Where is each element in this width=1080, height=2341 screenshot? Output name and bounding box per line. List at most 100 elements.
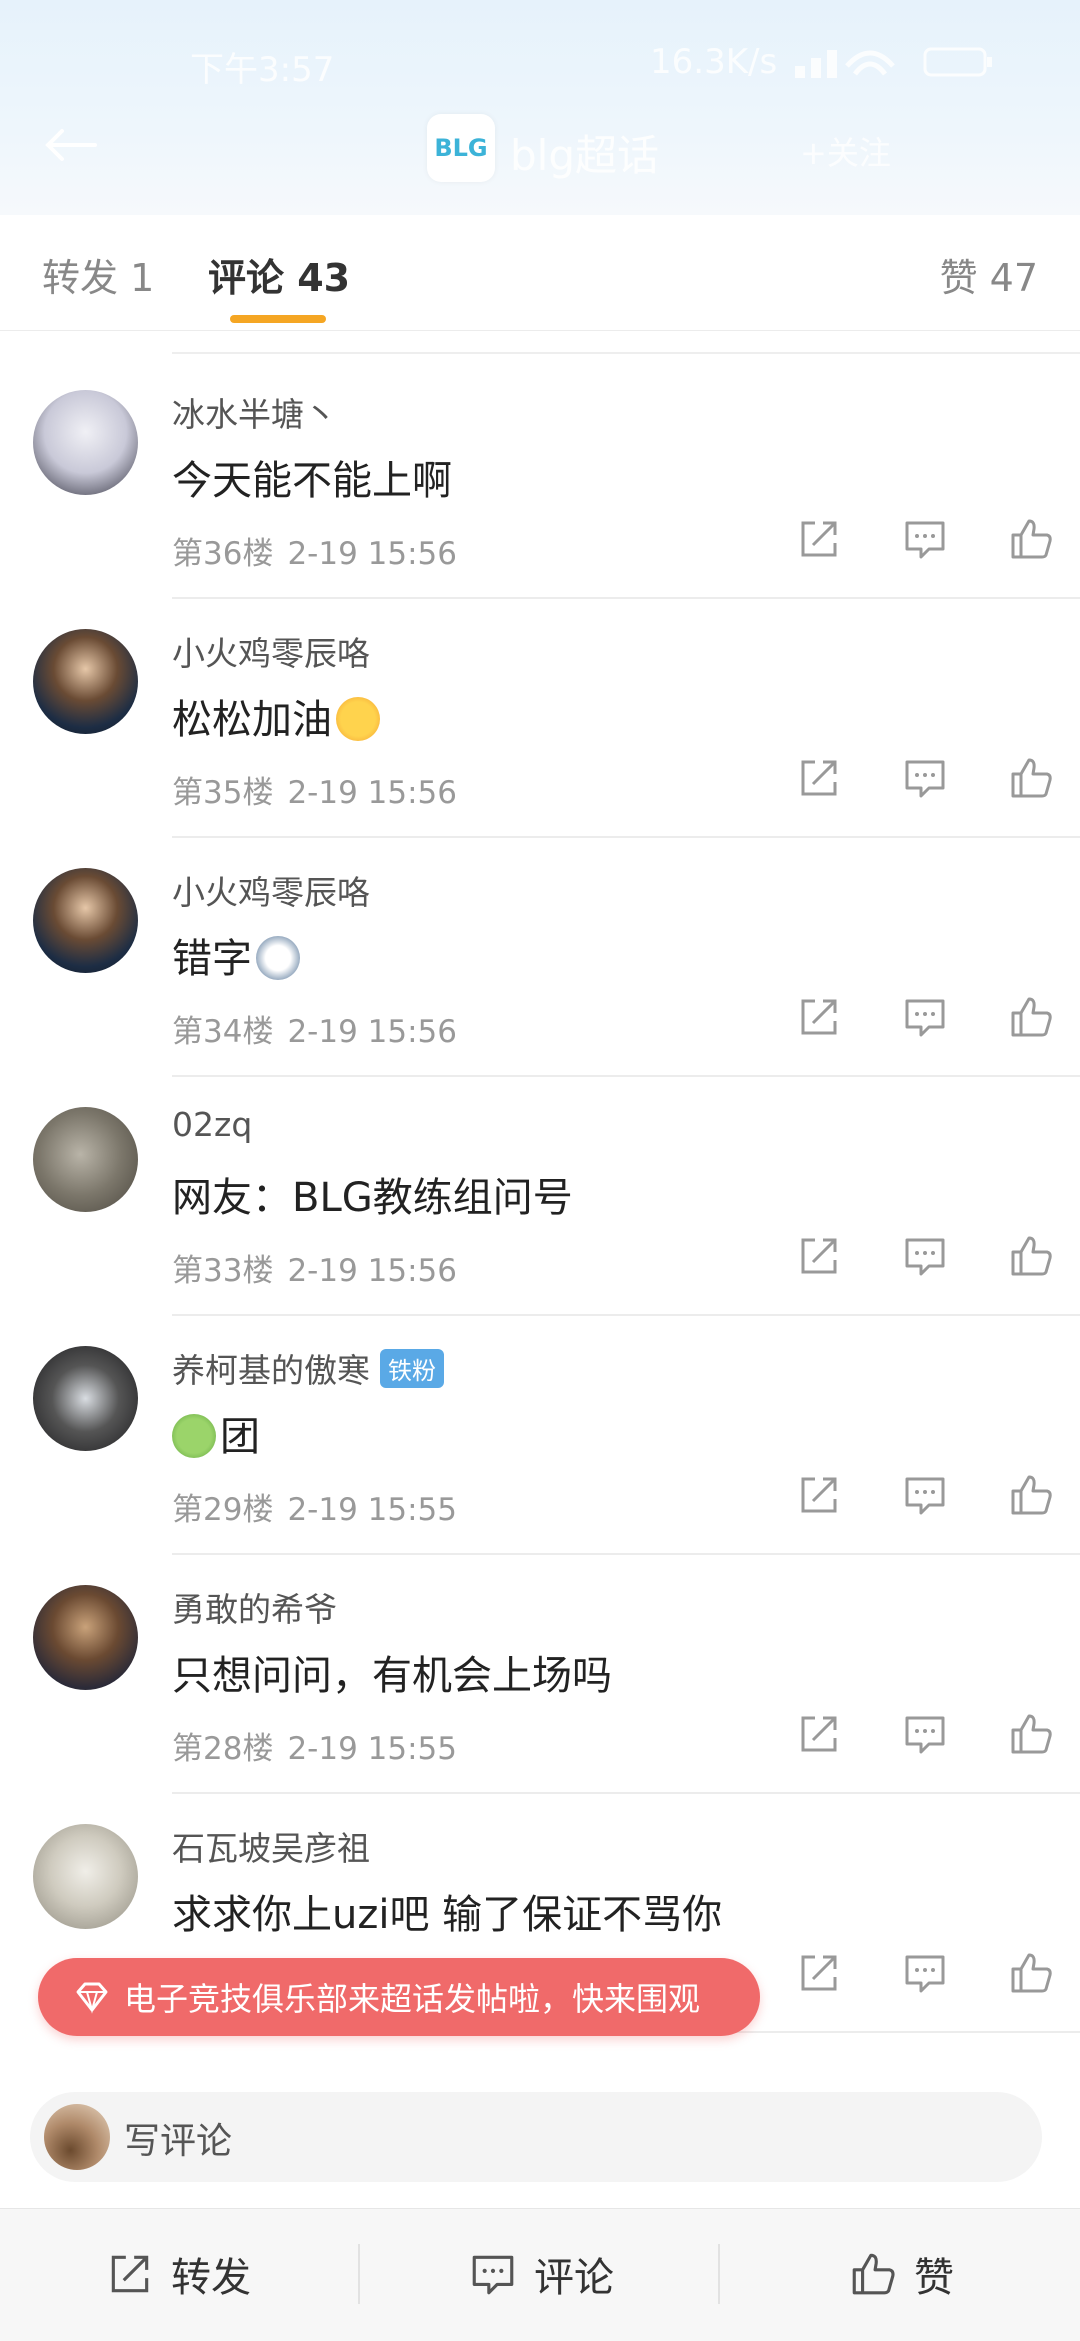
- avatar[interactable]: [33, 868, 138, 973]
- share-icon[interactable]: [795, 1471, 843, 1519]
- comment-tabs: 转发 1 评论 43 赞 47: [0, 215, 1080, 331]
- user-avatar: [44, 2104, 110, 2170]
- comment-meta: 第36楼 2-19 15:56: [172, 528, 471, 573]
- comment-text-row: 错字: [172, 926, 300, 984]
- page-title: blg超话: [510, 131, 659, 180]
- comment-username[interactable]: 养柯基的傲寒: [172, 1351, 370, 1390]
- comment-floor: 第35楼: [172, 775, 274, 811]
- comment-text: 松松加油: [172, 697, 332, 743]
- comment-input-placeholder: 写评论: [124, 2121, 233, 2162]
- avatar[interactable]: [33, 1346, 138, 1451]
- share-icon[interactable]: [795, 1949, 843, 1997]
- reply-icon[interactable]: [901, 754, 949, 802]
- comment-meta: 第33楼 2-19 15:56: [172, 1245, 471, 1290]
- share-icon[interactable]: [795, 754, 843, 802]
- share-icon[interactable]: [795, 993, 843, 1041]
- repost-button[interactable]: 转发: [105, 2245, 251, 2303]
- repost-label: 转发: [171, 2255, 251, 2301]
- promo-banner[interactable]: 电子竞技俱乐部来超话发帖啦，快来围观: [38, 1958, 760, 2036]
- reply-icon[interactable]: [901, 515, 949, 563]
- back-arrow-icon[interactable]: [40, 125, 100, 165]
- tab-like[interactable]: 赞 47: [940, 247, 1038, 302]
- comment-list: 冰水半塘丶 今天能不能上啊 第36楼 2-19 15:56 小火鸡零辰咯 松松加油…: [0, 360, 1080, 2033]
- like-icon[interactable]: [1007, 1949, 1055, 1997]
- avatar[interactable]: [33, 629, 138, 734]
- avatar[interactable]: [33, 1824, 138, 1929]
- comment-actions: [795, 754, 1055, 802]
- reply-icon[interactable]: [901, 1471, 949, 1519]
- comment-time: 2-19 15:56: [287, 1014, 457, 1050]
- comment-text: 网友：BLG教练组问号: [172, 1175, 573, 1221]
- comment-actions: [795, 515, 1055, 563]
- avatar[interactable]: [33, 1107, 138, 1212]
- comment-label: 评论: [534, 2255, 614, 2301]
- reply-icon[interactable]: [901, 1710, 949, 1758]
- like-icon[interactable]: [1007, 1710, 1055, 1758]
- comment-meta: 第35楼 2-19 15:56: [172, 767, 471, 812]
- comment-text: 只想问问，有机会上场吗: [172, 1653, 612, 1699]
- divider: [718, 2244, 720, 2304]
- like-label: 赞: [914, 2255, 954, 2301]
- comment-button[interactable]: 评论: [468, 2245, 614, 2303]
- like-icon[interactable]: [1007, 1471, 1055, 1519]
- comment-item: 小火鸡零辰咯 错字 第34楼 2-19 15:56: [0, 838, 1080, 1077]
- like-button[interactable]: 赞: [848, 2245, 954, 2303]
- like-icon[interactable]: [1007, 993, 1055, 1041]
- network-speed: 16.3K/s: [650, 42, 778, 82]
- reply-icon[interactable]: [901, 1949, 949, 1997]
- comment-time: 2-19 15:55: [287, 1492, 457, 1528]
- comment-username[interactable]: 小火鸡零辰咯: [172, 627, 370, 675]
- comment-time: 2-19 15:56: [287, 775, 457, 811]
- comment-time: 2-19 15:56: [287, 1253, 457, 1289]
- signal-icon: [795, 50, 896, 78]
- status-bar: 下午3:57 16.3K/s: [0, 30, 1080, 90]
- nav-bar: BLG blg超话 +关注: [0, 110, 1080, 182]
- comment-floor: 第34楼: [172, 1014, 274, 1050]
- comment-item: 冰水半塘丶 今天能不能上啊 第36楼 2-19 15:56: [0, 360, 1080, 599]
- comment-item: 小火鸡零辰咯 松松加油 第35楼 2-19 15:56: [0, 599, 1080, 838]
- reply-icon[interactable]: [901, 993, 949, 1041]
- comment-time: 2-19 15:56: [287, 536, 457, 572]
- brand-logo: BLG: [427, 114, 495, 182]
- comment-input-bar[interactable]: 写评论: [30, 2092, 1042, 2182]
- comment-username[interactable]: 石瓦坡吴彦祖: [172, 1822, 370, 1870]
- tab-comment[interactable]: 评论 43: [208, 256, 350, 300]
- bottom-action-bar: 转发 评论 赞: [0, 2208, 1080, 2341]
- tab-repost[interactable]: 转发 1: [42, 247, 154, 302]
- repost-icon: [111, 2255, 149, 2293]
- banner-text: 电子竞技俱乐部来超话发帖啦，快来围观: [124, 1980, 701, 2018]
- comment-text: 今天能不能上啊: [172, 458, 452, 504]
- comment-meta: 第28楼 2-19 15:55: [172, 1723, 471, 1768]
- comment-item: 02zq 网友：BLG教练组问号 第33楼 2-19 15:56: [0, 1077, 1080, 1316]
- comment-username[interactable]: 小火鸡零辰咯: [172, 866, 370, 914]
- comment-actions: [795, 1471, 1055, 1519]
- share-icon[interactable]: [795, 1710, 843, 1758]
- share-icon[interactable]: [795, 1232, 843, 1280]
- share-icon[interactable]: [795, 515, 843, 563]
- comment-time: 2-19 15:55: [287, 1731, 457, 1767]
- comment-icon: [472, 2255, 514, 2295]
- avatar[interactable]: [33, 390, 138, 495]
- comment-username[interactable]: 02zq: [172, 1105, 252, 1144]
- husky-emoji-icon: [256, 936, 300, 980]
- comment-floor: 第29楼: [172, 1492, 274, 1528]
- fan-badge: 铁粉: [380, 1349, 444, 1388]
- like-icon[interactable]: [1007, 1232, 1055, 1280]
- follow-button[interactable]: +关注: [800, 128, 891, 174]
- divider: [358, 2244, 360, 2304]
- status-time: 下午3:57: [190, 50, 335, 90]
- comment-item: 养柯基的傲寒 铁粉 团 第29楼 2-19 15:55: [0, 1316, 1080, 1555]
- comment-username[interactable]: 冰水半塘丶: [172, 388, 337, 436]
- like-icon[interactable]: [1007, 754, 1055, 802]
- avatar[interactable]: [33, 1585, 138, 1690]
- reply-icon[interactable]: [901, 1232, 949, 1280]
- comment-text-row: 团: [172, 1404, 260, 1462]
- comment-actions: [795, 1949, 1055, 1997]
- comment-username[interactable]: 勇敢的希爷: [172, 1583, 337, 1631]
- comment-actions: [795, 1232, 1055, 1280]
- page-header: 下午3:57 16.3K/s BLG blg超话 +关注: [0, 0, 1080, 215]
- status-icons: 16.3K/s: [650, 42, 993, 82]
- comment-username-row: 养柯基的傲寒 铁粉: [172, 1344, 444, 1392]
- frog-emoji-icon: [172, 1414, 216, 1458]
- like-icon[interactable]: [1007, 515, 1055, 563]
